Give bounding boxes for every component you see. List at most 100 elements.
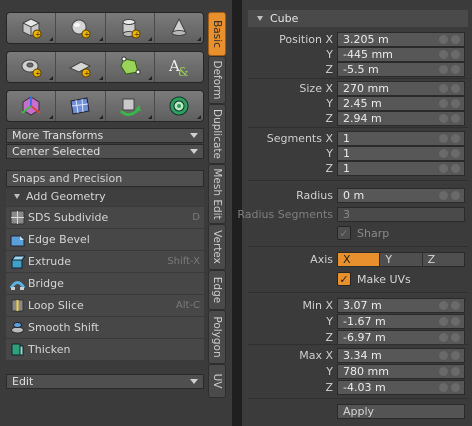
tool-label: Smooth Shift	[28, 321, 99, 334]
mesh-tool-button[interactable]	[56, 91, 106, 121]
tab-polygon[interactable]: Polygon	[208, 310, 226, 364]
pen-tool-button[interactable]	[105, 52, 155, 82]
keyframe-icon[interactable]	[451, 351, 460, 360]
keyframe-icon[interactable]	[451, 301, 460, 310]
keyframe-icon[interactable]	[451, 84, 460, 93]
max-y-field[interactable]: 780 mm	[337, 364, 465, 379]
plane-tool-button[interactable]: +	[56, 52, 106, 82]
sds-subdivide-icon	[10, 210, 25, 225]
tool-bridge[interactable]: Bridge	[6, 273, 204, 295]
cone-tool-button[interactable]	[154, 13, 203, 43]
position-z-field[interactable]: -5.5 m	[337, 62, 465, 77]
tool-sds-subdivide[interactable]: SDS Subdivide D	[6, 207, 204, 229]
axis-z-option[interactable]: Z	[422, 253, 464, 266]
gear-tool-button[interactable]	[154, 91, 203, 121]
tool-label: Thicken	[28, 343, 71, 356]
tab-edge[interactable]: Edge	[208, 270, 226, 310]
min-z-field[interactable]: -6.97 m	[337, 330, 465, 345]
axis-tool-button[interactable]	[7, 91, 57, 121]
tab-mesh-edit[interactable]: Mesh Edit	[208, 164, 226, 224]
tool-thicken[interactable]: Thicken	[6, 339, 204, 361]
link-icon[interactable]	[439, 367, 448, 376]
cone-icon	[171, 17, 187, 36]
torus-tool-button[interactable]: +	[7, 52, 57, 82]
tab-deform[interactable]: Deform	[208, 56, 226, 104]
radius-segments-field[interactable]: 3	[337, 207, 465, 222]
link-icon[interactable]	[439, 351, 448, 360]
tab-uv[interactable]: UV	[208, 364, 226, 398]
link-icon[interactable]	[439, 149, 448, 158]
cube-icon: +	[22, 18, 42, 39]
link-icon[interactable]	[439, 35, 448, 44]
field-value: -4.03 m	[343, 381, 386, 394]
keyframe-icon[interactable]	[451, 50, 460, 59]
axis-x-option[interactable]: X	[338, 253, 381, 266]
more-transforms-dropdown[interactable]: More Transforms	[6, 128, 204, 143]
tab-duplicate[interactable]: Duplicate	[208, 104, 226, 164]
position-x-field[interactable]: 3.205 m	[337, 32, 465, 47]
tab-basic[interactable]: Basic	[208, 12, 226, 56]
keyframe-icon[interactable]	[451, 134, 460, 143]
keyframe-icon[interactable]	[451, 317, 460, 326]
keyframe-icon[interactable]	[451, 99, 460, 108]
add-geometry-header[interactable]: Add Geometry	[6, 189, 204, 206]
link-icon[interactable]	[439, 99, 448, 108]
axis-y-option[interactable]: Y	[380, 253, 423, 266]
apply-button[interactable]: Apply	[337, 404, 465, 419]
link-icon[interactable]	[439, 164, 448, 173]
bend-tool-button[interactable]	[105, 91, 155, 121]
position-y-field[interactable]: -445 mm	[337, 47, 465, 62]
add-geometry-tool-list: SDS Subdivide D Edge Bevel Extrude Shift…	[6, 207, 204, 361]
make-uvs-checkbox[interactable]: ✓	[337, 272, 351, 286]
sharp-checkbox[interactable]: ✓	[337, 226, 351, 240]
tool-loop-slice[interactable]: Loop Slice Alt-C	[6, 295, 204, 317]
radius-field[interactable]: 0 m	[337, 188, 465, 203]
sphere-tool-button[interactable]: +	[56, 13, 106, 43]
keyframe-icon[interactable]	[451, 367, 460, 376]
cylinder-tool-button[interactable]: +	[105, 13, 155, 43]
link-icon[interactable]	[439, 317, 448, 326]
keyframe-icon[interactable]	[451, 35, 460, 44]
link-icon[interactable]	[439, 333, 448, 342]
edit-dropdown[interactable]: Edit	[6, 374, 204, 389]
center-selected-dropdown[interactable]: Center Selected	[6, 144, 204, 159]
link-icon[interactable]	[439, 65, 448, 74]
link-icon[interactable]	[439, 383, 448, 392]
size-z-field[interactable]: 2.94 m	[337, 111, 465, 126]
chevron-down-icon	[190, 133, 198, 138]
tool-extrude[interactable]: Extrude Shift-X	[6, 251, 204, 273]
link-icon[interactable]	[439, 50, 448, 59]
size-y-field[interactable]: 2.45 m	[337, 96, 465, 111]
keyframe-icon[interactable]	[451, 164, 460, 173]
min-x-field[interactable]: 3.07 m	[337, 298, 465, 313]
position-x-label: Position X	[279, 33, 333, 46]
cube-tool-button[interactable]: +	[7, 13, 57, 43]
keyframe-icon[interactable]	[451, 383, 460, 392]
link-icon[interactable]	[439, 84, 448, 93]
link-icon[interactable]	[439, 191, 448, 200]
keyframe-icon[interactable]	[451, 65, 460, 74]
max-x-field[interactable]: 3.34 m	[337, 348, 465, 363]
link-icon[interactable]	[439, 114, 448, 123]
snaps-precision-button[interactable]: Snaps and Precision	[6, 170, 204, 187]
keyframe-icon[interactable]	[451, 149, 460, 158]
cylinder-icon: +	[122, 19, 141, 39]
size-x-field[interactable]: 270 mm	[337, 81, 465, 96]
max-z-field[interactable]: -4.03 m	[337, 380, 465, 395]
segments-z-field[interactable]: 1	[337, 161, 465, 176]
cube-section-header[interactable]: Cube	[248, 10, 468, 27]
tab-vertex[interactable]: Vertex	[208, 224, 226, 270]
link-icon[interactable]	[439, 301, 448, 310]
tool-smooth-shift[interactable]: Smooth Shift	[6, 317, 204, 339]
keyframe-icon[interactable]	[451, 114, 460, 123]
text-tool-button[interactable]: A &	[154, 52, 203, 82]
segments-y-field[interactable]: 1	[337, 146, 465, 161]
min-y-field[interactable]: -1.67 m	[337, 314, 465, 329]
keyframe-icon[interactable]	[451, 333, 460, 342]
plane-icon: +	[69, 61, 92, 78]
checkmark-icon: ✓	[339, 226, 349, 240]
link-icon[interactable]	[439, 134, 448, 143]
segments-x-field[interactable]: 1	[337, 131, 465, 146]
tool-edge-bevel[interactable]: Edge Bevel	[6, 229, 204, 251]
keyframe-icon[interactable]	[451, 191, 460, 200]
